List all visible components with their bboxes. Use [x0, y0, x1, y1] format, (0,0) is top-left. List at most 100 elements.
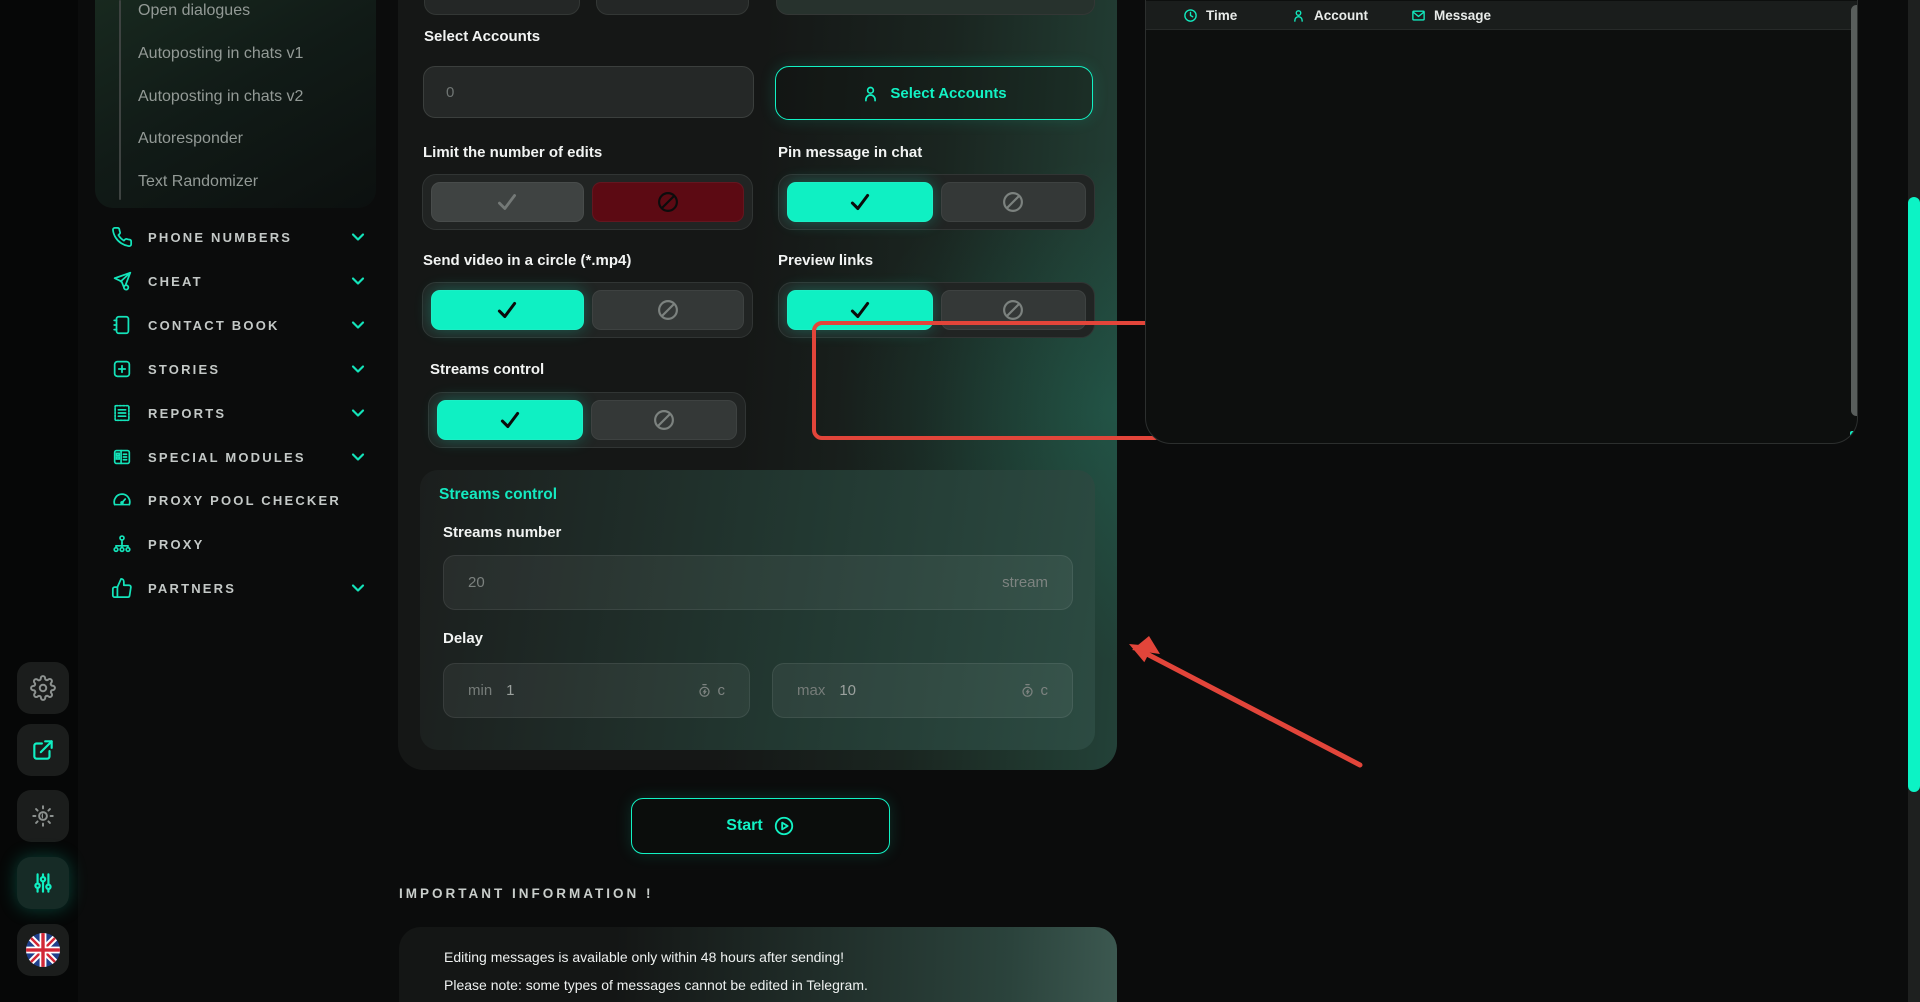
section-label: STORIES: [148, 362, 220, 377]
sidebar-item-autoposting-v2[interactable]: Autoposting in chats v2: [138, 86, 303, 108]
start-button-label: Start: [726, 817, 762, 835]
sidebar-item-autoposting-v1[interactable]: Autoposting in chats v1: [138, 43, 303, 65]
toggle-yes[interactable]: [437, 400, 583, 440]
sidebar-section-contact-book[interactable]: CONTACT BOOK: [110, 312, 368, 338]
info-line: Please note: some types of messages cann…: [444, 977, 868, 993]
clock-icon: [1183, 8, 1198, 23]
sliders-icon: [30, 870, 56, 896]
user-icon: [1291, 8, 1306, 23]
annotation-highlight-rectangle: [812, 321, 1164, 440]
plus-square-icon: [110, 357, 134, 381]
log-scrollbar-thumb[interactable]: [1851, 5, 1858, 416]
toggle-label-send-video: Send video in a circle (*.mp4): [423, 252, 631, 269]
cutoff-input-3[interactable]: [776, 0, 1095, 15]
info-line: Editing messages is available only withi…: [444, 949, 844, 965]
sidebar-section-phone-numbers[interactable]: PHONE NUMBERS: [110, 224, 368, 250]
sidebar-item-autoresponder[interactable]: Autoresponder: [138, 128, 243, 150]
sidebar-section-stories[interactable]: STORIES: [110, 356, 368, 382]
toggle-send-video: [422, 282, 753, 338]
chevron-down-icon[interactable]: [348, 447, 368, 467]
sidebar-section-proxy-pool-checker[interactable]: PROXY POOL CHECKER: [110, 487, 368, 513]
thumbs-up-icon: [110, 576, 134, 600]
accounts-count-placeholder: 0: [446, 84, 454, 101]
toggle-no[interactable]: [941, 182, 1087, 222]
external-link-icon: [30, 737, 56, 763]
sidebar-item-text-randomizer[interactable]: Text Randomizer: [138, 171, 258, 193]
streams-control-panel: Streams control Streams number 20 stream…: [420, 470, 1095, 750]
delay-min-prefix: min: [468, 682, 492, 699]
sidebar-section-cheat[interactable]: CHEAT: [110, 268, 368, 294]
toggle-streams-control: [428, 392, 746, 448]
toggle-yes[interactable]: [787, 182, 933, 222]
paper-plane-icon: [110, 269, 134, 293]
sidebar-section-reports[interactable]: REPORTS: [110, 400, 368, 426]
user-icon: [861, 84, 880, 103]
column-header-account: Account: [1291, 1, 1368, 29]
section-label: SPECIAL MODULES: [148, 450, 306, 465]
external-link-button[interactable]: [17, 724, 69, 776]
section-label: PROXY: [148, 537, 205, 552]
phone-icon: [110, 225, 134, 249]
chevron-down-icon[interactable]: [348, 403, 368, 423]
chevron-down-icon[interactable]: [348, 578, 368, 598]
app-root: Open dialogues Autoposting in chats v1 A…: [0, 0, 1920, 1002]
play-icon: [773, 815, 795, 837]
column-label: Account: [1314, 8, 1368, 23]
chevron-down-icon[interactable]: [348, 359, 368, 379]
cutoff-input-2[interactable]: [596, 0, 749, 15]
delay-label: Delay: [443, 630, 483, 647]
icon-rail: [0, 0, 78, 1002]
chevron-down-icon[interactable]: [348, 271, 368, 291]
toggle-label-pin-message: Pin message in chat: [778, 144, 922, 161]
cutoff-input-1[interactable]: [424, 0, 580, 15]
toggle-no[interactable]: [592, 290, 745, 330]
chevron-down-icon[interactable]: [348, 227, 368, 247]
toggle-yes[interactable]: [787, 290, 933, 330]
page-scrollbar-thumb[interactable]: [1908, 197, 1920, 792]
section-label: PARTNERS: [148, 581, 236, 596]
toggle-label-streams-control: Streams control: [430, 361, 544, 378]
delay-min-value: 1: [506, 682, 514, 699]
settings-button[interactable]: [17, 662, 69, 714]
filters-button[interactable]: [17, 857, 69, 909]
theme-button[interactable]: [17, 790, 69, 842]
start-button[interactable]: Start: [631, 798, 890, 854]
streams-number-suffix: stream: [1002, 574, 1048, 591]
contact-book-icon: [110, 313, 134, 337]
delay-max-suffix: c: [1041, 682, 1049, 699]
delay-max-prefix: max: [797, 682, 825, 699]
report-icon: [110, 401, 134, 425]
sidebar-section-special-modules[interactable]: SPECIAL MODULES: [110, 444, 368, 470]
toggle-yes[interactable]: [431, 290, 584, 330]
form-panel: Select Accounts 0 Select Accounts Limit …: [398, 0, 1117, 770]
toggle-label-preview-links: Preview links: [778, 252, 873, 269]
stopwatch-icon: [1020, 683, 1035, 698]
streams-number-input[interactable]: 20 stream: [443, 555, 1073, 610]
toggle-no[interactable]: [591, 400, 737, 440]
modules-icon: [110, 445, 134, 469]
toggle-yes[interactable]: [431, 182, 584, 222]
delay-min-input[interactable]: min 1 c: [443, 663, 750, 718]
important-information-panel: Editing messages is available only withi…: [399, 927, 1117, 1002]
language-button[interactable]: [17, 924, 69, 976]
chevron-down-icon[interactable]: [348, 315, 368, 335]
sidebar-item-open-dialogues[interactable]: Open dialogues: [138, 0, 250, 22]
mail-icon: [1411, 8, 1426, 23]
toggle-no[interactable]: [941, 290, 1087, 330]
toggle-no[interactable]: [592, 182, 745, 222]
log-table-header: Time Account Message: [1146, 1, 1857, 30]
section-label: PHONE NUMBERS: [148, 230, 292, 245]
accounts-count-input[interactable]: 0: [423, 66, 754, 118]
sidebar-section-partners[interactable]: PARTNERS: [110, 575, 368, 601]
column-label: Time: [1206, 8, 1237, 23]
important-information-heading: IMPORTANT INFORMATION !: [399, 886, 653, 901]
delay-max-input[interactable]: max 10 c: [772, 663, 1073, 718]
brightness-icon: [30, 803, 56, 829]
resize-handle-icon[interactable]: [1850, 431, 1858, 444]
delay-min-suffix: c: [718, 682, 726, 699]
sidebar-section-proxy[interactable]: PROXY: [110, 531, 368, 557]
select-accounts-button[interactable]: Select Accounts: [775, 66, 1093, 120]
gauge-icon: [110, 488, 134, 512]
uk-flag-icon: [26, 933, 60, 967]
annotation-arrow: [1095, 615, 1385, 785]
